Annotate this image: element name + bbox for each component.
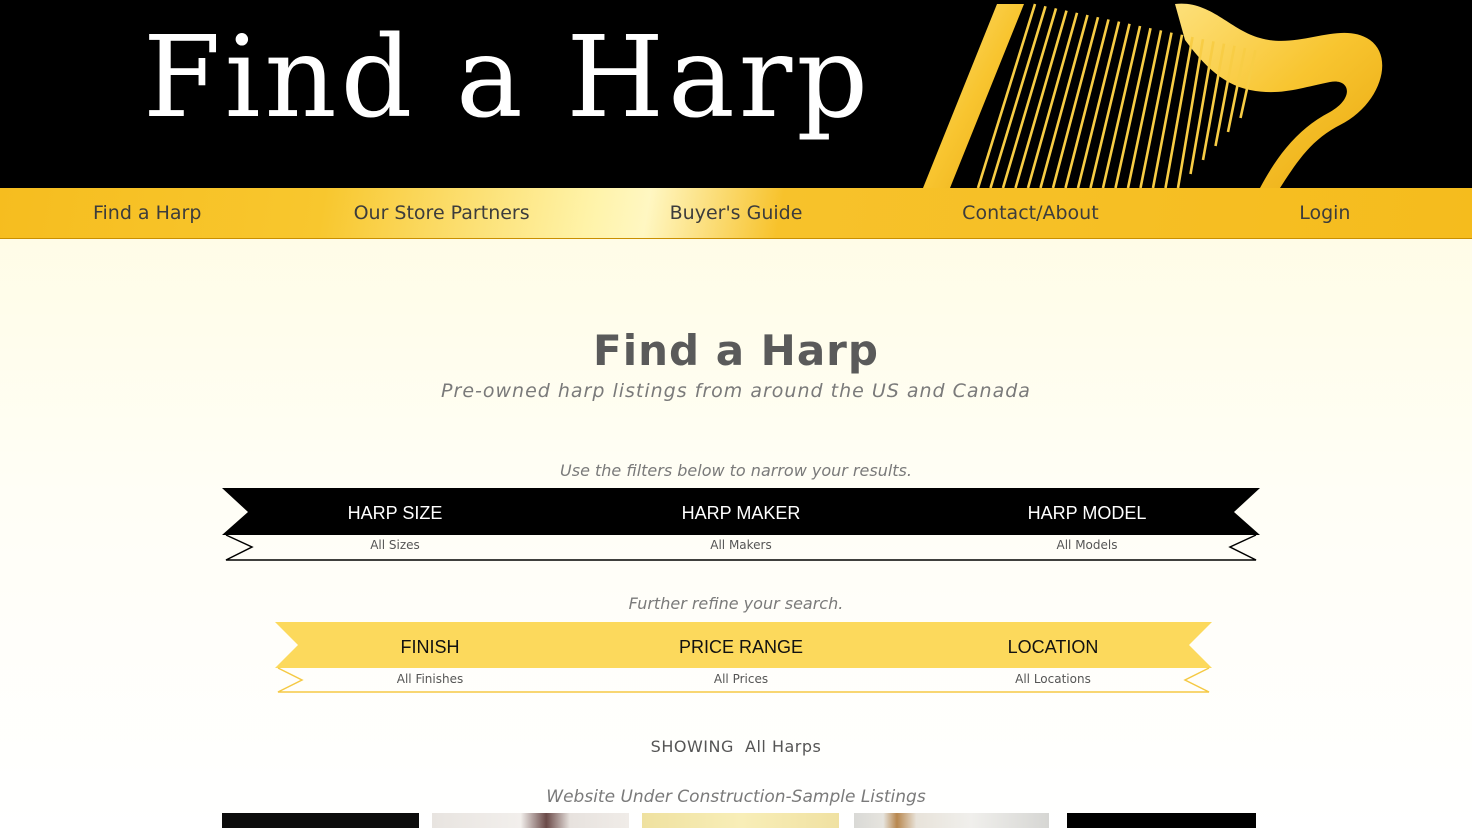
harp-string xyxy=(1164,36,1194,188)
filter-location-label: LOCATION xyxy=(1007,637,1099,657)
site-header: Find a Harp xyxy=(0,0,1472,188)
listing-thumbnail[interactable] xyxy=(432,813,629,828)
showing-label: SHOWING xyxy=(650,737,734,756)
harp-string xyxy=(1051,16,1100,188)
nav-login[interactable]: Login xyxy=(1178,188,1472,238)
filter-location-value[interactable]: All Locations xyxy=(1015,672,1091,686)
filter-price-range-value[interactable]: All Prices xyxy=(714,672,768,686)
filter-finish-label: FINISH xyxy=(400,637,460,657)
filter-harp-maker[interactable]: HARP MAKER All Makers xyxy=(608,488,874,562)
harp-string xyxy=(1176,38,1205,188)
listing-thumbnail[interactable] xyxy=(1067,813,1256,828)
filter-harp-model-label: HARP MODEL xyxy=(1027,503,1147,523)
filter-price-range-label: PRICE RANGE xyxy=(678,637,804,657)
listing-thumbnail[interactable] xyxy=(642,813,839,828)
filter-price-range[interactable]: PRICE RANGE All Prices xyxy=(621,622,861,694)
site-logo-text[interactable]: Find a Harp xyxy=(143,22,872,134)
harp-logo-icon xyxy=(923,3,1383,188)
filters-hint: Use the filters below to narrow your res… xyxy=(560,461,912,480)
showing-summary: SHOWING All Harps xyxy=(0,737,1472,756)
filter-finish-value[interactable]: All Finishes xyxy=(397,672,464,686)
filter-harp-model-value[interactable]: All Models xyxy=(1057,538,1118,552)
secondary-filter-ribbon: FINISH All Finishes PRICE RANGE All Pric… xyxy=(275,622,1212,694)
nav-find-a-harp[interactable]: Find a Harp xyxy=(0,188,294,238)
filter-harp-size-label: HARP SIZE xyxy=(347,503,443,523)
primary-filter-ribbon: HARP SIZE All Sizes HARP MAKER All Maker… xyxy=(222,488,1260,562)
page-title: Find a Harp xyxy=(593,326,879,375)
harp-string xyxy=(1076,21,1121,188)
harp-string xyxy=(1064,19,1110,188)
filter-harp-maker-value[interactable]: All Makers xyxy=(710,538,772,552)
nav-store-partners[interactable]: Our Store Partners xyxy=(294,188,588,238)
nav-buyers-guide[interactable]: Buyer's Guide xyxy=(589,188,883,238)
filter-harp-size[interactable]: HARP SIZE All Sizes xyxy=(262,488,528,562)
page-subtitle: Pre-owned harp listings from around the … xyxy=(441,380,1031,402)
harp-string xyxy=(1189,41,1215,175)
harp-string xyxy=(1089,23,1131,188)
listing-thumbnail[interactable] xyxy=(854,813,1049,828)
listing-thumbnail[interactable] xyxy=(222,813,419,828)
showing-value: All Harps xyxy=(745,737,822,756)
filter-location[interactable]: LOCATION All Locations xyxy=(933,622,1173,694)
filter-finish[interactable]: FINISH All Finishes xyxy=(310,622,550,694)
refine-hint: Further refine your search. xyxy=(628,594,844,613)
listings-note: Website Under Construction-Sample Listin… xyxy=(546,787,926,807)
filter-harp-maker-label: HARP MAKER xyxy=(681,503,801,523)
main-nav: Find a Harp Our Store Partners Buyer's G… xyxy=(0,188,1472,239)
nav-contact-about[interactable]: Contact/About xyxy=(883,188,1177,238)
filter-harp-model[interactable]: HARP MODEL All Models xyxy=(954,488,1220,562)
filter-harp-size-value[interactable]: All Sizes xyxy=(370,538,420,552)
